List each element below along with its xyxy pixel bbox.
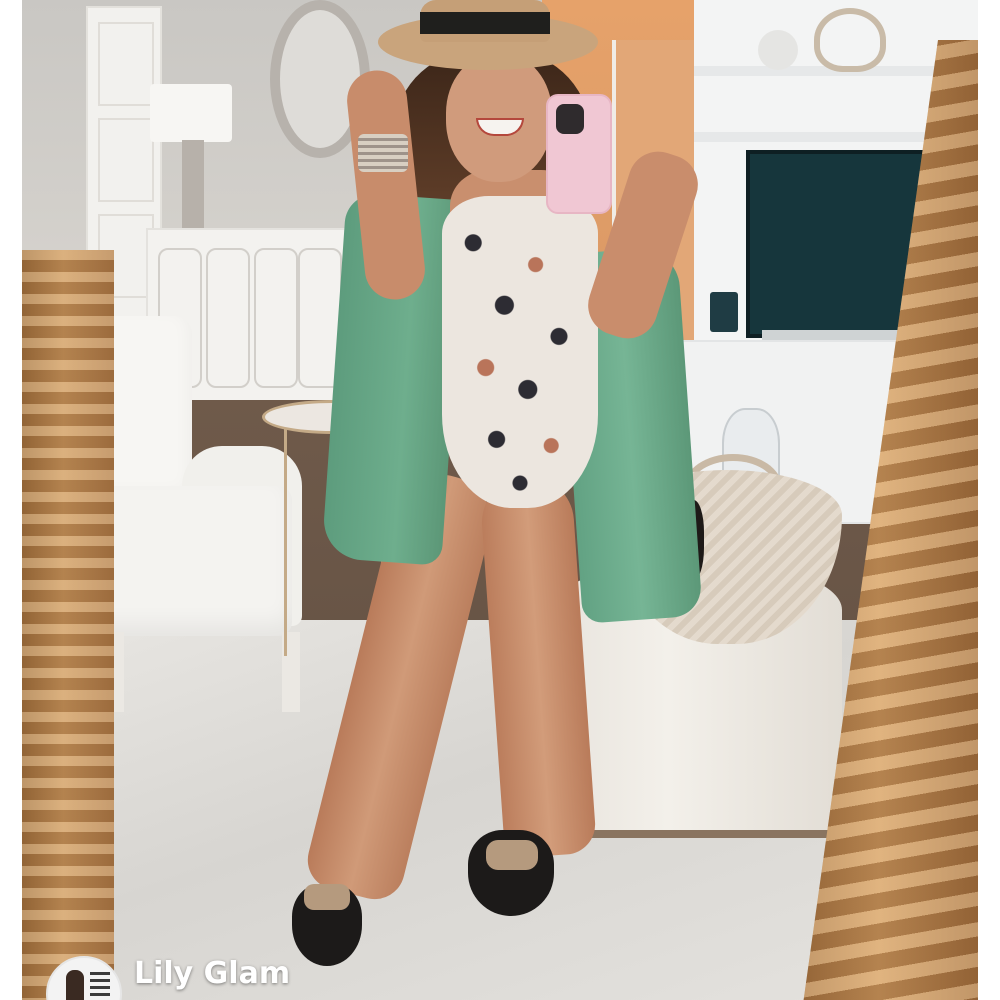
post-image-frame: Lily Glam [0,0,1000,1000]
gold-mirror-frame-left [22,250,114,1000]
decor-vase [758,30,798,70]
lamp-base [182,140,204,232]
lamp-shade [150,84,232,142]
avatar-logo-text [90,972,110,1000]
left-sandal-strap [304,884,350,910]
hat-band [420,12,550,34]
phone-camera [556,104,584,134]
speaker [710,292,738,332]
leopard-swimsuit [442,196,598,508]
right-sandal-strap [486,840,538,870]
heart-decor [814,8,886,72]
bracelets [358,134,408,172]
avatar-figure [66,970,84,1000]
mirror-selfie-photo [22,0,978,1000]
author-name[interactable]: Lily Glam [134,956,290,991]
